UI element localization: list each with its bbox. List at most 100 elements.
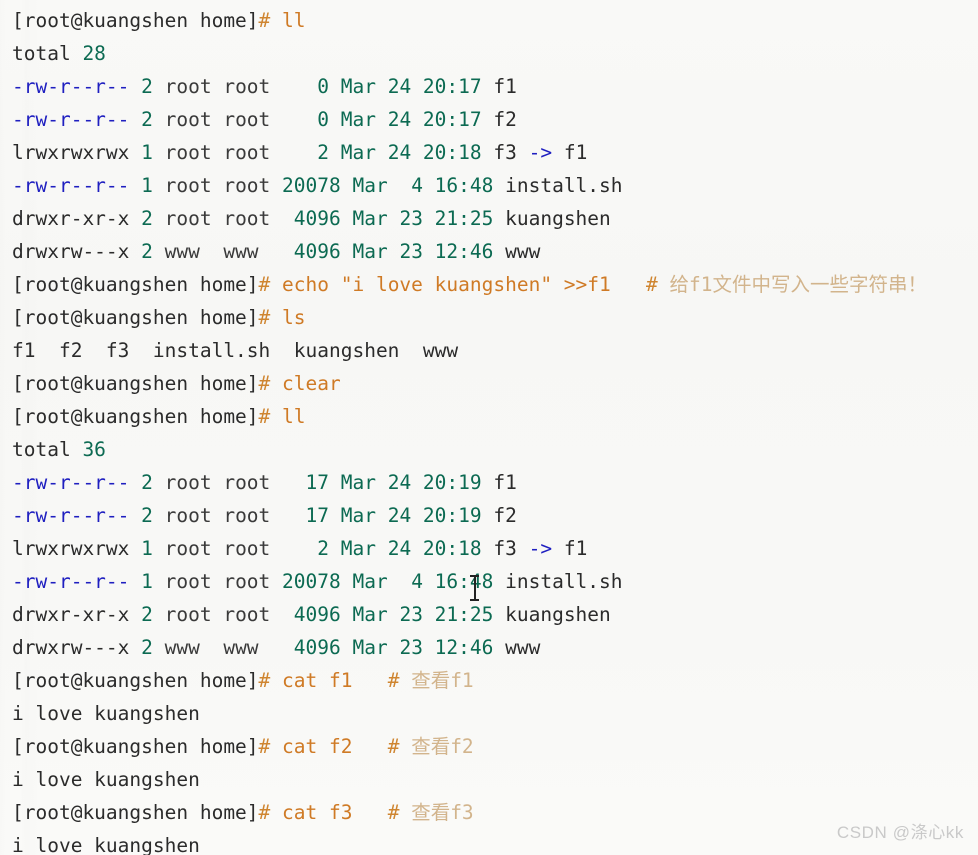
total-blocks: 28 (70, 42, 106, 65)
file-name: f1 (481, 471, 517, 494)
terminal-line: -rw-r--r-- 1 root root 20078 Mar 4 16:48… (12, 169, 978, 202)
file-name: install.sh (493, 570, 623, 593)
prompt-hash-symbol: # (258, 669, 271, 692)
terminal-line: i love kuangshen (12, 697, 978, 730)
prompt-hash-symbol: # (258, 306, 271, 329)
shell-prompt: [root@kuangshen home] (12, 372, 259, 395)
owner-group: root root (152, 207, 271, 230)
shell-prompt: [root@kuangshen home] (12, 669, 259, 692)
file-name: kuangshen (493, 603, 611, 626)
prompt-hash-symbol: # (258, 801, 271, 824)
file-permissions: -rw-r--r-- (12, 174, 130, 197)
shell-command: cat f2 (270, 735, 353, 758)
owner-group: root root (152, 108, 271, 131)
file-permissions: -rw-r--r-- (12, 108, 130, 131)
file-name: f2 (481, 504, 517, 527)
csdn-watermark: CSDN @涤心kk (836, 823, 964, 842)
file-size: 2 (270, 537, 329, 560)
file-name: f1 (481, 75, 517, 98)
file-permissions: drwxrw---x (12, 636, 130, 659)
file-permissions: -rw-r--r-- (12, 504, 130, 527)
shell-prompt: [root@kuangshen home] (12, 801, 259, 824)
total-blocks: 36 (70, 438, 106, 461)
symlink-arrow-icon: -> (516, 537, 553, 560)
terminal-line: drwxrw---x 2 www www 4096 Mar 23 12:46 w… (12, 631, 978, 664)
file-permissions: lrwxrwxrwx (12, 141, 130, 164)
file-date: Mar 24 20:18 (329, 537, 482, 560)
command-output: i love kuangshen (12, 834, 200, 855)
terminal-line: -rw-r--r-- 1 root root 20078 Mar 4 16:48… (12, 565, 978, 598)
shell-prompt: [root@kuangshen home] (12, 405, 259, 428)
owner-group: root root (152, 537, 271, 560)
file-name: f3 (481, 537, 517, 560)
link-count: 2 (129, 636, 153, 659)
shell-prompt: [root@kuangshen home] (12, 273, 259, 296)
annotation-text: 查看f3 (411, 801, 474, 824)
terminal-line: [root@kuangshen home]# cat f2 # 查看f2 (12, 730, 978, 763)
shell-prompt: [root@kuangshen home] (12, 306, 259, 329)
owner-group: www www (152, 240, 271, 263)
link-count: 2 (129, 603, 153, 626)
total-label: total (12, 42, 71, 65)
file-name: www (493, 636, 541, 659)
terminal-line: drwxr-xr-x 2 root root 4096 Mar 23 21:25… (12, 202, 978, 235)
prompt-hash-symbol: # (258, 405, 271, 428)
prompt-hash-symbol: # (258, 735, 271, 758)
shell-command: ls (270, 306, 306, 329)
annotation-hash-symbol: # (610, 273, 670, 296)
file-date: Mar 24 20:17 (329, 108, 482, 131)
file-name: f2 (481, 108, 517, 131)
prompt-hash-symbol: # (258, 372, 271, 395)
terminal-output-area[interactable]: [root@kuangshen home]# ll total 28 -rw-r--… (0, 0, 978, 855)
file-date: Mar 4 16:48 (340, 570, 494, 593)
terminal-window[interactable]: [root@kuangshen home]# ll total 28 -rw-r--… (0, 0, 978, 855)
owner-group: root root (152, 471, 271, 494)
annotation-hash-symbol: # (352, 801, 412, 824)
owner-group: root root (152, 603, 271, 626)
annotation-text: 查看f1 (411, 669, 474, 692)
terminal-line: [root@kuangshen home]# ll (12, 4, 978, 37)
file-date: Mar 23 12:46 (340, 636, 494, 659)
link-count: 1 (129, 537, 153, 560)
prompt-hash-symbol: # (258, 273, 271, 296)
terminal-line: total 28 (12, 37, 978, 70)
shell-command: ll (270, 405, 306, 428)
owner-group: root root (152, 570, 271, 593)
file-date: Mar 24 20:19 (329, 504, 482, 527)
link-count: 2 (129, 75, 153, 98)
file-name: install.sh (493, 174, 623, 197)
file-date: Mar 23 21:25 (340, 207, 494, 230)
link-count: 1 (129, 570, 153, 593)
shell-command: clear (270, 372, 341, 395)
file-size: 2 (270, 141, 329, 164)
link-count: 2 (129, 207, 153, 230)
link-count: 1 (129, 174, 153, 197)
file-date: Mar 23 12:46 (340, 240, 494, 263)
file-size: 17 (270, 504, 329, 527)
shell-command: cat f3 (270, 801, 353, 824)
prompt-hash-symbol: # (258, 9, 271, 32)
owner-group: root root (152, 141, 271, 164)
file-size: 4096 (270, 636, 341, 659)
file-permissions: drwxrw---x (12, 240, 130, 263)
terminal-line: [root@kuangshen home]# cat f1 # 查看f1 (12, 664, 978, 697)
file-name: www (493, 240, 541, 263)
terminal-line: lrwxrwxrwx 1 root root 2 Mar 24 20:18 f3… (12, 136, 978, 169)
terminal-line: drwxr-xr-x 2 root root 4096 Mar 23 21:25… (12, 598, 978, 631)
command-output: i love kuangshen (12, 768, 200, 791)
terminal-line: [root@kuangshen home]# ls (12, 301, 978, 334)
command-output: f1 f2 f3 install.sh kuangshen www (12, 339, 459, 362)
file-permissions: -rw-r--r-- (12, 471, 130, 494)
annotation-hash-symbol: # (352, 735, 412, 758)
terminal-line: -rw-r--r-- 2 root root 17 Mar 24 20:19 f… (12, 499, 978, 532)
terminal-line: -rw-r--r-- 2 root root 0 Mar 24 20:17 f2 (12, 103, 978, 136)
link-count: 1 (129, 141, 153, 164)
link-count: 2 (129, 471, 153, 494)
file-size: 4096 (270, 603, 341, 626)
file-date: Mar 23 21:25 (340, 603, 494, 626)
link-count: 2 (129, 240, 153, 263)
file-size: 0 (270, 108, 329, 131)
shell-prompt: [root@kuangshen home] (12, 9, 259, 32)
terminal-line: lrwxrwxrwx 1 root root 2 Mar 24 20:18 f3… (12, 532, 978, 565)
owner-group: root root (152, 75, 271, 98)
